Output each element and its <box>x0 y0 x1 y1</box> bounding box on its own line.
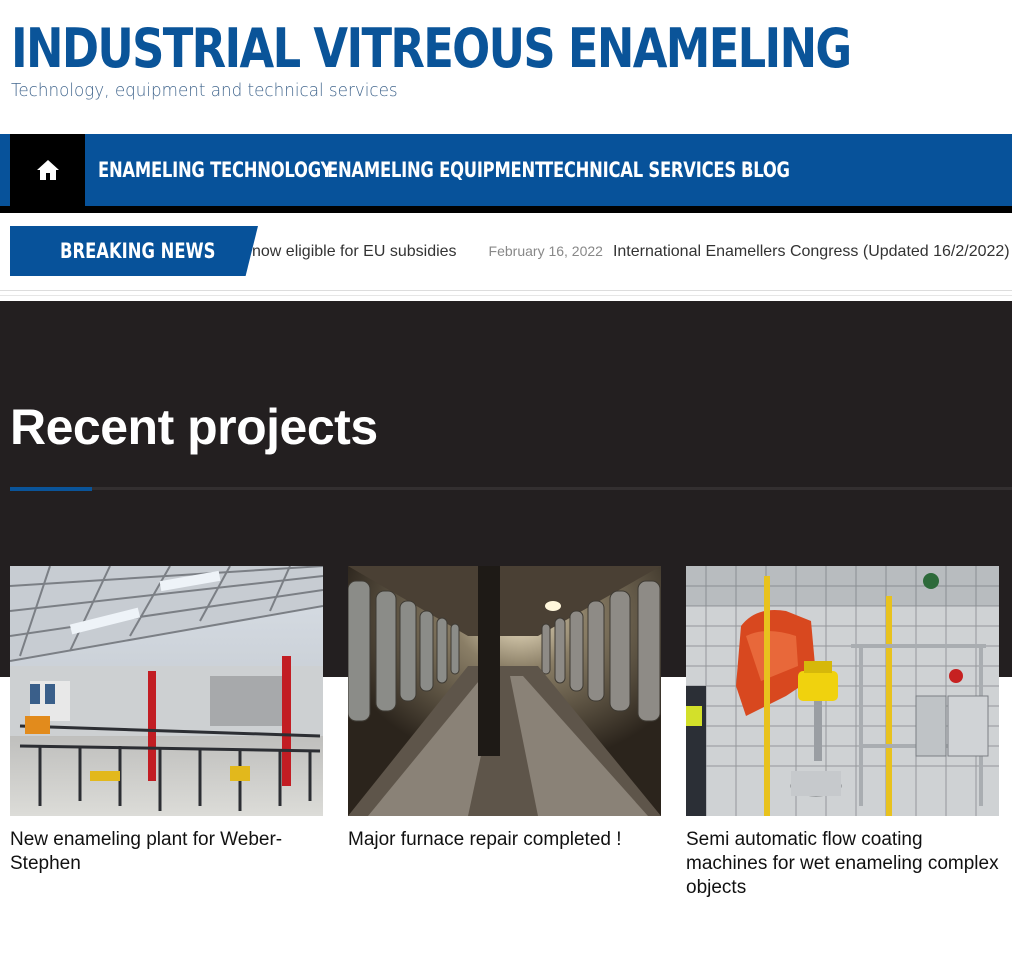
site-tagline: Technology, equipment and technical serv… <box>11 80 398 101</box>
section-title-accent <box>10 487 92 491</box>
nav-item-technical-services[interactable]: TECHNICAL SERVICES <box>542 134 736 206</box>
furnace-tunnel-photo[interactable] <box>348 566 661 816</box>
section-title-underline <box>10 487 1012 490</box>
nav-item-enameling-equipment[interactable]: ENAMELING EQUIPMENT <box>327 134 546 206</box>
ticker-date: February 16, 2022 <box>488 243 603 259</box>
site-header: INDUSTRIAL VITREOUS ENAMELING Technology… <box>0 0 1012 134</box>
home-icon <box>36 160 59 180</box>
site-title[interactable]: INDUSTRIAL VITREOUS ENAMELING <box>11 14 852 84</box>
breaking-news-ticker: now eligible for EU subsidies February 16… <box>0 213 1012 301</box>
project-card-title[interactable]: Major furnace repair completed ! <box>348 828 661 852</box>
ticker-track: now eligible for EU subsidies February 16… <box>250 226 1012 276</box>
nav-item-enameling-technology[interactable]: ENAMELING TECHNOLOGY <box>98 134 332 206</box>
nav-item-blog[interactable]: BLOG <box>741 134 790 206</box>
nav-home-button[interactable] <box>10 134 85 206</box>
ticker-item[interactable]: now eligible for EU subsidies <box>252 227 457 276</box>
project-card-title[interactable]: Semi automatic flow coating machines for… <box>686 828 999 900</box>
project-card-title[interactable]: New enameling plant for Weber-Stephen <box>10 828 323 876</box>
divider <box>0 295 1012 296</box>
ticker-item[interactable]: International Enamellers Congress (Updat… <box>613 227 1010 276</box>
divider <box>0 290 1012 291</box>
section-title: Recent projects <box>10 399 378 455</box>
nav-border <box>0 206 1012 213</box>
main-nav: ENAMELING TECHNOLOGY ENAMELING EQUIPMENT… <box>0 134 1012 206</box>
breaking-news-label: BREAKING NEWS <box>10 226 258 276</box>
flow-coating-machine-photo[interactable] <box>686 566 999 816</box>
factory-hall-photo[interactable] <box>10 566 323 816</box>
